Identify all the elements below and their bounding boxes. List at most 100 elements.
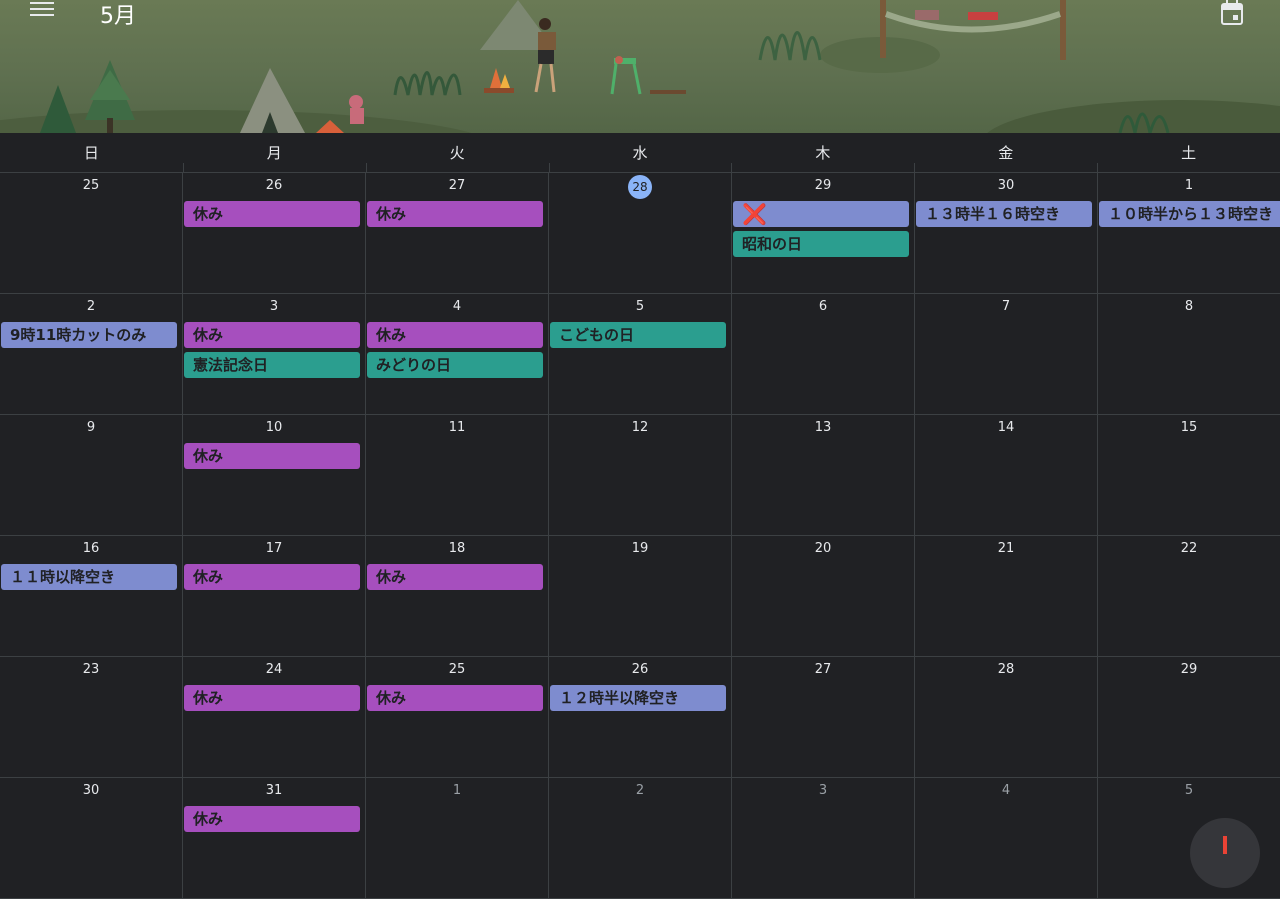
event-chip[interactable]: 休み [367,322,543,348]
event-chip[interactable]: みどりの日 [367,352,543,378]
day-number-text: 21 [997,541,1015,556]
event-chip[interactable]: こどもの日 [550,322,726,348]
event-chip[interactable]: 休み [367,201,543,227]
event-chip[interactable]: 休み [184,685,360,711]
menu-button[interactable] [30,0,70,26]
event-chip[interactable]: 休み [184,806,360,832]
hamburger-menu-icon [30,2,54,16]
weekday-label: 木 [731,133,914,172]
day-cell[interactable]: 15 [1097,415,1280,535]
weekday-header: 日 月 火 水 木 金 土 [0,133,1280,173]
event-list: １０時半から１３時空き [1098,201,1280,227]
day-cell[interactable]: 12 [548,415,731,535]
day-cell[interactable]: 6 [731,294,914,414]
day-cell[interactable]: 29 [1097,657,1280,777]
day-cell[interactable]: 1 １０時半から１３時空き [1097,173,1280,293]
day-number-text: 5 [1184,783,1194,798]
event-chip[interactable]: 休み [184,201,360,227]
day-cell[interactable]: 10 休み [182,415,365,535]
day-number-text: 27 [448,178,466,193]
day-cell[interactable]: 28 [914,657,1097,777]
day-cell[interactable]: 31 休み [182,778,365,898]
month-title[interactable]: 5月 [100,0,136,30]
event-title: 9時11時カットのみ [10,326,147,344]
day-number: 17 [183,541,365,559]
day-number-text: 2 [635,783,645,798]
event-list: 休み みどりの日 [366,322,548,378]
day-number: 27 [366,178,548,196]
event-chip[interactable]: １２時半以降空き [550,685,726,711]
event-chip[interactable]: 休み [184,564,360,590]
week-row: 25 26 休み 27 休み 28 29 ❌ 昭和の日 30 １３時半１６時空き 1 １０時半から１３時… [0,173,1280,294]
event-chip[interactable]: 9時11時カットのみ [1,322,177,348]
day-cell[interactable]: 26 １２時半以降空き [548,657,731,777]
day-cell[interactable]: 25 [0,173,182,293]
event-chip[interactable]: １３時半１６時空き [916,201,1092,227]
day-number: 25 [0,178,182,196]
day-number-text: 3 [818,783,828,798]
day-cell[interactable]: 24 休み [182,657,365,777]
day-cell[interactable]: 28 [548,173,731,293]
day-cell[interactable]: 30 [0,778,182,898]
week-row: 30 31 休み 1 2 3 4 5 [0,778,1280,899]
day-number: 1 [1098,178,1280,196]
day-cell[interactable]: 30 １３時半１６時空き [914,173,1097,293]
event-chip[interactable]: 昭和の日 [733,231,909,257]
day-cell[interactable]: 19 [548,536,731,656]
event-chip[interactable]: ❌ [733,201,909,227]
day-number: 27 [732,662,914,680]
day-cell[interactable]: 29 ❌ 昭和の日 [731,173,914,293]
day-cell[interactable]: 7 [914,294,1097,414]
event-chip[interactable]: 休み [367,685,543,711]
day-number-text: 10 [265,420,283,435]
event-list: 休み [183,201,365,227]
event-chip[interactable]: 休み [184,322,360,348]
event-chip[interactable]: １０時半から１３時空き [1099,201,1280,227]
event-chip[interactable]: 休み [367,564,543,590]
day-cell[interactable]: 1 [365,778,548,898]
day-cell[interactable]: 20 [731,536,914,656]
day-cell[interactable]: 18 休み [365,536,548,656]
today-button[interactable] [1220,0,1250,26]
week-row: 23 24 休み 25 休み 26 １２時半以降空き 27 28 29 [0,657,1280,778]
day-cell[interactable]: 23 [0,657,182,777]
event-title: 休み [376,689,407,707]
day-number-text: 13 [814,420,832,435]
day-cell[interactable]: 3 [731,778,914,898]
create-event-button[interactable] [1190,818,1260,888]
day-cell[interactable]: 2 [548,778,731,898]
day-number-text: 20 [814,541,832,556]
day-cell[interactable]: 27 休み [365,173,548,293]
weekday-label: 金 [914,133,1097,172]
day-number-text: 6 [818,299,828,314]
day-cell[interactable]: 22 [1097,536,1280,656]
day-cell[interactable]: 8 [1097,294,1280,414]
day-cell[interactable]: 16 １１時以降空き [0,536,182,656]
day-cell[interactable]: 14 [914,415,1097,535]
day-cell[interactable]: 4 [914,778,1097,898]
event-list: こどもの日 [549,322,731,348]
event-chip[interactable]: 憲法記念日 [184,352,360,378]
day-cell[interactable]: 2 9時11時カットのみ [0,294,182,414]
day-cell[interactable]: 26 休み [182,173,365,293]
day-cell[interactable]: 13 [731,415,914,535]
day-cell[interactable]: 17 休み [182,536,365,656]
day-number: 5 [1098,783,1280,801]
day-cell[interactable]: 25 休み [365,657,548,777]
day-cell[interactable]: 21 [914,536,1097,656]
day-cell[interactable]: 27 [731,657,914,777]
cross-mark-icon: ❌ [742,202,767,226]
day-cell[interactable]: 3 休み 憲法記念日 [182,294,365,414]
weekday-label: 月 [182,133,366,172]
day-number: 24 [183,662,365,680]
day-cell[interactable]: 9 [0,415,182,535]
day-number: 5 [549,299,731,317]
day-cell[interactable]: 5 こどもの日 [548,294,731,414]
day-cell[interactable]: 4 休み みどりの日 [365,294,548,414]
event-chip[interactable]: 休み [184,443,360,469]
day-number-text: 28 [997,662,1015,677]
day-number: 8 [1098,299,1280,317]
event-chip[interactable]: １１時以降空き [1,564,177,590]
day-cell[interactable]: 11 [365,415,548,535]
event-title: １１時以降空き [10,568,116,586]
